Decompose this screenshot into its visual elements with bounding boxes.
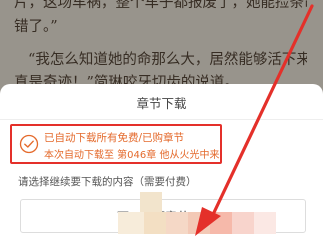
divider bbox=[0, 119, 323, 120]
status-text-downloaded: 已自动下载所有免费/已购章节 bbox=[44, 132, 185, 144]
sheet-title: 章节下载 bbox=[136, 96, 187, 111]
mosaic-tile bbox=[144, 212, 166, 234]
auto-download-status: 已自动下载所有免费/已购章节 本次自动下载至 第046章 他从火光中来 bbox=[10, 124, 222, 164]
check-circle-icon bbox=[19, 134, 39, 154]
mosaic-tile bbox=[210, 212, 232, 234]
mosaic-tile bbox=[140, 192, 162, 212]
mosaic-tile bbox=[166, 212, 188, 234]
mosaic-tile bbox=[232, 212, 254, 234]
select-content-prompt: 请选择继续要下载的内容（需要付费） bbox=[18, 176, 197, 188]
mosaic-tile bbox=[254, 212, 276, 234]
mosaic-tile bbox=[118, 212, 144, 234]
mosaic-tile bbox=[188, 212, 210, 234]
status-text-progress: 本次自动下载至 第046章 他从火光中来 bbox=[44, 150, 220, 161]
